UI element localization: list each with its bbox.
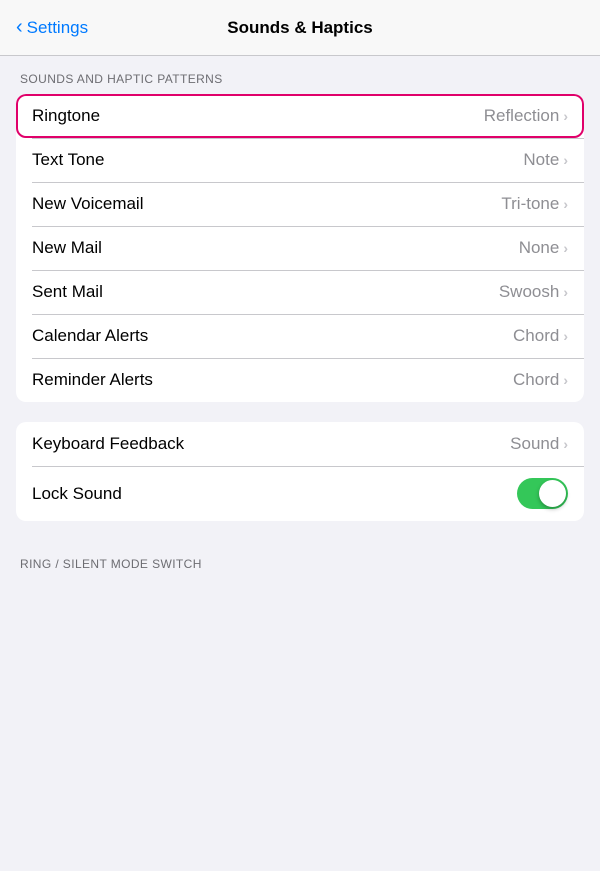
section3-label: RING / SILENT MODE SWITCH — [0, 541, 600, 579]
new-mail-value: None — [519, 238, 560, 258]
keyboard-feedback-chevron-icon: › — [563, 436, 568, 452]
back-label: Settings — [27, 18, 88, 38]
keyboard-feedback-value: Sound — [510, 434, 559, 454]
lock-sound-label: Lock Sound — [32, 484, 122, 504]
back-button[interactable]: ‹ Settings — [16, 18, 88, 38]
page-title: Sounds & Haptics — [227, 18, 372, 38]
ringtone-row[interactable]: Ringtone Reflection › — [16, 94, 584, 138]
lock-sound-toggle-container — [517, 478, 568, 509]
new-voicemail-row[interactable]: New Voicemail Tri-tone › — [16, 182, 584, 226]
nav-bar: ‹ Settings Sounds & Haptics — [0, 0, 600, 56]
spacer1 — [0, 402, 600, 422]
calendar-alerts-value-container: Chord › — [513, 326, 568, 346]
sent-mail-label: Sent Mail — [32, 282, 103, 302]
keyboard-feedback-value-container: Sound › — [510, 434, 568, 454]
new-voicemail-value-container: Tri-tone › — [501, 194, 568, 214]
new-mail-chevron-icon: › — [563, 240, 568, 256]
lock-sound-row[interactable]: Lock Sound — [16, 466, 584, 521]
toggle-knob — [539, 480, 566, 507]
new-voicemail-value: Tri-tone — [501, 194, 559, 214]
back-chevron-icon: ‹ — [16, 17, 23, 37]
sent-mail-value-container: Swoosh › — [499, 282, 568, 302]
reminder-alerts-value-container: Chord › — [513, 370, 568, 390]
new-voicemail-chevron-icon: › — [563, 196, 568, 212]
ringtone-chevron-icon: › — [563, 108, 568, 124]
reminder-alerts-value: Chord — [513, 370, 559, 390]
calendar-alerts-row[interactable]: Calendar Alerts Chord › — [16, 314, 584, 358]
calendar-alerts-value: Chord — [513, 326, 559, 346]
calendar-alerts-chevron-icon: › — [563, 328, 568, 344]
sent-mail-chevron-icon: › — [563, 284, 568, 300]
keyboard-feedback-row[interactable]: Keyboard Feedback Sound › — [16, 422, 584, 466]
sounds-haptic-group: Ringtone Reflection › Text Tone Note › N… — [16, 94, 584, 402]
new-mail-label: New Mail — [32, 238, 102, 258]
new-mail-row[interactable]: New Mail None › — [16, 226, 584, 270]
ringtone-value: Reflection — [484, 106, 560, 126]
calendar-alerts-label: Calendar Alerts — [32, 326, 148, 346]
keyboard-feedback-label: Keyboard Feedback — [32, 434, 184, 454]
text-tone-row[interactable]: Text Tone Note › — [16, 138, 584, 182]
spacer2 — [0, 521, 600, 541]
reminder-alerts-row[interactable]: Reminder Alerts Chord › — [16, 358, 584, 402]
lock-sound-toggle[interactable] — [517, 478, 568, 509]
sent-mail-value: Swoosh — [499, 282, 559, 302]
section1-label: SOUNDS AND HAPTIC PATTERNS — [0, 56, 600, 94]
new-mail-value-container: None › — [519, 238, 568, 258]
sent-mail-row[interactable]: Sent Mail Swoosh › — [16, 270, 584, 314]
ringtone-value-container: Reflection › — [484, 106, 568, 126]
ringtone-label: Ringtone — [32, 106, 100, 126]
text-tone-value-container: Note › — [523, 150, 568, 170]
keyboard-lock-group: Keyboard Feedback Sound › Lock Sound — [16, 422, 584, 521]
reminder-alerts-chevron-icon: › — [563, 372, 568, 388]
text-tone-value: Note — [523, 150, 559, 170]
text-tone-chevron-icon: › — [563, 152, 568, 168]
text-tone-label: Text Tone — [32, 150, 104, 170]
new-voicemail-label: New Voicemail — [32, 194, 144, 214]
reminder-alerts-label: Reminder Alerts — [32, 370, 153, 390]
